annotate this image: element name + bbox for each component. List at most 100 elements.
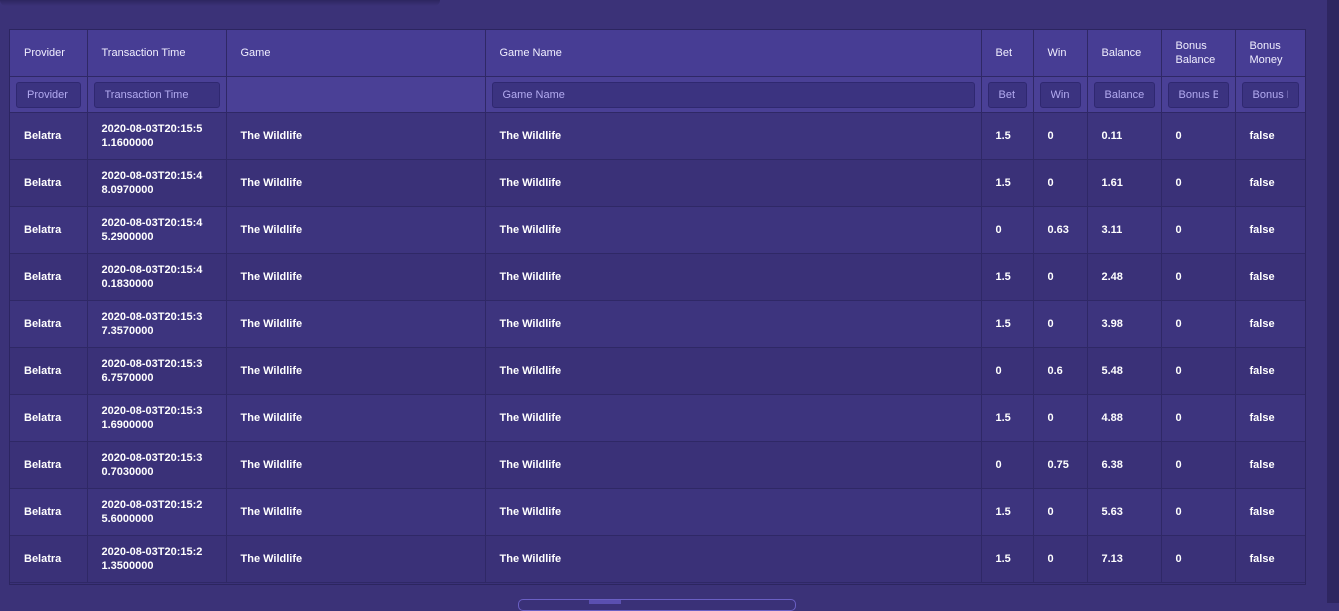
bonus-money-filter-input[interactable] <box>1241 81 1299 108</box>
transaction-time-cell: 2020-08-03T20:15:40.1830000 <box>87 253 227 301</box>
vertical-scrollbar[interactable] <box>1327 0 1339 603</box>
bonus-money-cell: false <box>1235 394 1305 442</box>
table-row[interactable]: Belatra 2020-08-03T20:15:30.7030000 The … <box>10 441 1305 489</box>
table-row[interactable]: Belatra 2020-08-03T20:15:40.1830000 The … <box>10 253 1305 301</box>
column-header-bonus-money[interactable]: Bonus Money <box>1235 30 1305 77</box>
game-cell: The Wildlife <box>226 300 486 348</box>
pagination-bar[interactable] <box>518 599 796 611</box>
table-row[interactable]: Belatra 2020-08-03T20:15:21.3500000 The … <box>10 535 1305 583</box>
column-header-provider[interactable]: Provider <box>10 30 88 77</box>
transactions-body: Belatra 2020-08-03T20:15:51.1600000 The … <box>10 112 1305 583</box>
game-name-filter-input[interactable] <box>491 81 975 108</box>
balance-cell: 3.11 <box>1087 206 1162 254</box>
bet-cell: 0 <box>981 441 1034 489</box>
game-cell: The Wildlife <box>226 441 486 489</box>
provider-cell: Belatra <box>10 394 88 442</box>
transactions-table-container: Provider Transaction Time Game Game Name… <box>9 29 1306 585</box>
table-row[interactable]: Belatra 2020-08-03T20:15:25.6000000 The … <box>10 488 1305 536</box>
bonus-money-cell: false <box>1235 535 1305 583</box>
game-name-cell: The Wildlife <box>485 394 982 442</box>
table-row[interactable]: Belatra 2020-08-03T20:15:45.2900000 The … <box>10 206 1305 254</box>
provider-cell: Belatra <box>10 206 88 254</box>
bet-cell: 1.5 <box>981 112 1034 160</box>
bonus-money-cell: false <box>1235 300 1305 348</box>
bonus-balance-cell: 0 <box>1161 159 1236 207</box>
balance-cell: 2.48 <box>1087 253 1162 301</box>
win-cell: 0 <box>1033 488 1088 536</box>
provider-cell: Belatra <box>10 488 88 536</box>
bet-cell: 1.5 <box>981 535 1034 583</box>
bonus-balance-cell: 0 <box>1161 300 1236 348</box>
filter-row <box>10 76 1305 113</box>
game-filter-cell <box>226 76 486 113</box>
bonus-balance-cell: 0 <box>1161 488 1236 536</box>
transaction-time-filter-input[interactable] <box>93 81 220 108</box>
transaction-time-cell: 2020-08-03T20:15:25.6000000 <box>87 488 227 536</box>
game-name-cell: The Wildlife <box>485 300 982 348</box>
game-name-cell: The Wildlife <box>485 488 982 536</box>
transaction-time-cell: 2020-08-03T20:15:30.7030000 <box>87 441 227 489</box>
game-cell: The Wildlife <box>226 347 486 395</box>
top-panel-shadow <box>0 0 440 6</box>
bet-cell: 1.5 <box>981 300 1034 348</box>
bonus-balance-cell: 0 <box>1161 253 1236 301</box>
bonus-balance-cell: 0 <box>1161 112 1236 160</box>
game-name-cell: The Wildlife <box>485 535 982 583</box>
balance-cell: 0.11 <box>1087 112 1162 160</box>
balance-cell: 4.88 <box>1087 394 1162 442</box>
table-row[interactable]: Belatra 2020-08-03T20:15:31.6900000 The … <box>10 394 1305 442</box>
win-cell: 0 <box>1033 300 1088 348</box>
game-cell: The Wildlife <box>226 159 486 207</box>
balance-filter-input[interactable] <box>1093 81 1155 108</box>
game-name-cell: The Wildlife <box>485 159 982 207</box>
game-cell: The Wildlife <box>226 394 486 442</box>
bet-filter-input[interactable] <box>987 81 1027 108</box>
balance-cell: 5.48 <box>1087 347 1162 395</box>
balance-cell: 6.38 <box>1087 441 1162 489</box>
win-cell: 0.63 <box>1033 206 1088 254</box>
column-header-balance[interactable]: Balance <box>1087 30 1162 77</box>
column-header-transaction-time[interactable]: Transaction Time <box>87 30 227 77</box>
game-cell: The Wildlife <box>226 535 486 583</box>
win-filter-input[interactable] <box>1039 81 1081 108</box>
provider-cell: Belatra <box>10 347 88 395</box>
bet-cell: 0 <box>981 206 1034 254</box>
balance-cell: 5.63 <box>1087 488 1162 536</box>
balance-cell: 1.61 <box>1087 159 1162 207</box>
provider-filter-input[interactable] <box>16 81 81 108</box>
table-row[interactable]: Belatra 2020-08-03T20:15:36.7570000 The … <box>10 347 1305 395</box>
bonus-balance-filter-input[interactable] <box>1167 81 1229 108</box>
bet-cell: 1.5 <box>981 488 1034 536</box>
bonus-balance-cell: 0 <box>1161 535 1236 583</box>
table-row[interactable]: Belatra 2020-08-03T20:15:37.3570000 The … <box>10 300 1305 348</box>
win-cell: 0 <box>1033 253 1088 301</box>
win-cell: 0.75 <box>1033 441 1088 489</box>
game-name-cell: The Wildlife <box>485 112 982 160</box>
bonus-money-cell: false <box>1235 206 1305 254</box>
game-name-cell: The Wildlife <box>485 441 982 489</box>
table-row[interactable]: Belatra 2020-08-03T20:15:48.0970000 The … <box>10 159 1305 207</box>
column-header-bet[interactable]: Bet <box>981 30 1034 77</box>
bonus-balance-cell: 0 <box>1161 441 1236 489</box>
pagination-active-page[interactable] <box>589 600 621 604</box>
column-header-game[interactable]: Game <box>226 30 486 77</box>
column-header-bonus-balance[interactable]: Bonus Balance <box>1161 30 1236 77</box>
transaction-time-cell: 2020-08-03T20:15:45.2900000 <box>87 206 227 254</box>
column-header-win[interactable]: Win <box>1033 30 1088 77</box>
win-cell: 0 <box>1033 394 1088 442</box>
bonus-balance-cell: 0 <box>1161 394 1236 442</box>
column-header-game-name[interactable]: Game Name <box>485 30 982 77</box>
bet-cell: 0 <box>981 347 1034 395</box>
balance-cell: 7.13 <box>1087 535 1162 583</box>
transaction-time-cell: 2020-08-03T20:15:48.0970000 <box>87 159 227 207</box>
game-cell: The Wildlife <box>226 253 486 301</box>
table-row[interactable]: Belatra 2020-08-03T20:15:51.1600000 The … <box>10 112 1305 160</box>
bet-cell: 1.5 <box>981 253 1034 301</box>
transaction-time-cell: 2020-08-03T20:15:31.6900000 <box>87 394 227 442</box>
bet-cell: 1.5 <box>981 159 1034 207</box>
win-cell: 0 <box>1033 159 1088 207</box>
bonus-balance-cell: 0 <box>1161 347 1236 395</box>
provider-cell: Belatra <box>10 159 88 207</box>
provider-cell: Belatra <box>10 300 88 348</box>
win-cell: 0 <box>1033 535 1088 583</box>
